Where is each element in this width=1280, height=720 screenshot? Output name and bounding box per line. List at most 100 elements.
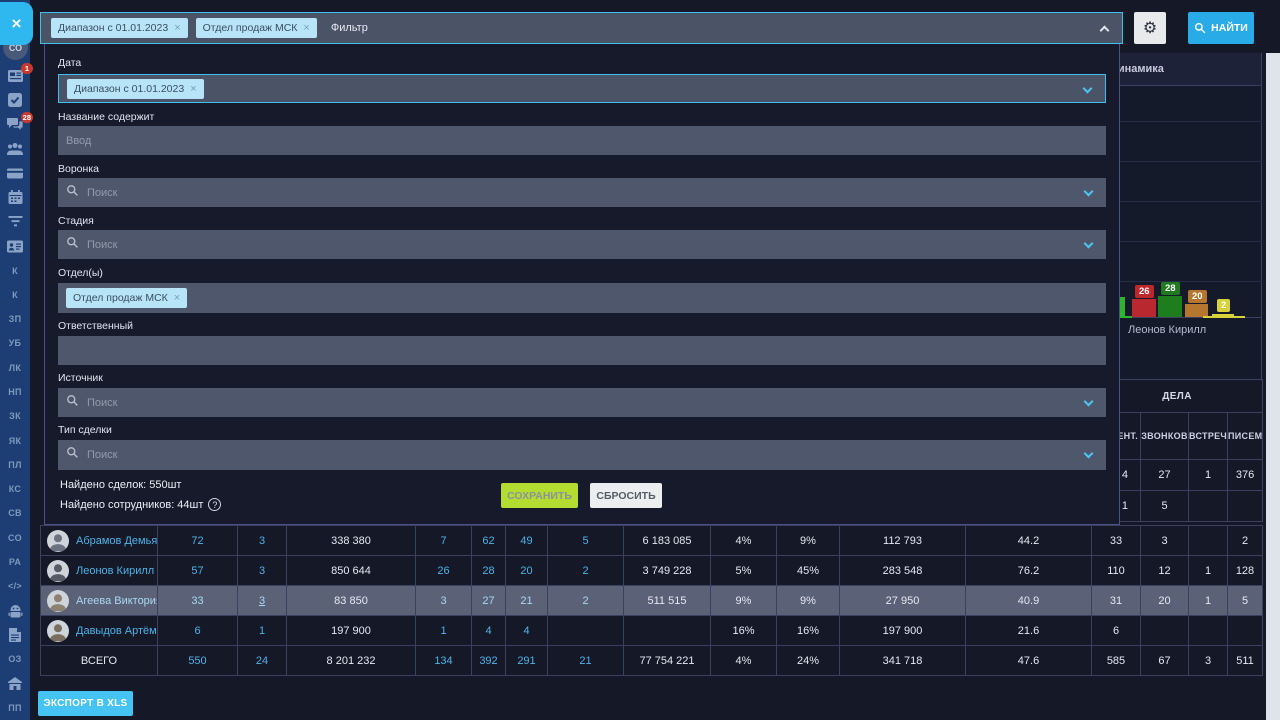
table-cell[interactable]: 27 <box>472 586 506 616</box>
sidebar-item-cards[interactable] <box>0 161 30 185</box>
table-cell[interactable]: 4 <box>472 616 506 646</box>
table-cell[interactable]: 3 <box>238 556 287 586</box>
sidebar-item[interactable]: ОЗ <box>0 647 30 671</box>
table-cell[interactable]: 1 <box>416 616 472 646</box>
table-cell[interactable]: 134 <box>416 646 472 676</box>
sidebar-item[interactable]: СО <box>0 526 30 550</box>
remove-tag-icon[interactable]: × <box>190 83 196 95</box>
table-row[interactable]: Леонов Кирилл 57 3 850 644 26 28 20 2 3 … <box>41 556 1263 586</box>
sidebar-item[interactable]: НП <box>0 380 30 404</box>
sidebar-item[interactable]: КС <box>0 477 30 501</box>
employee-name-link[interactable]: Агеева Виктория <box>76 595 158 607</box>
funnel-select[interactable]: Поиск <box>58 178 1106 207</box>
table-cell[interactable]: 28 <box>472 556 506 586</box>
remove-tag-icon[interactable]: × <box>174 22 180 34</box>
name-contains-input[interactable]: Ввод <box>58 126 1106 155</box>
sidebar-item[interactable]: УБ <box>0 331 30 355</box>
settings-button[interactable]: ⚙ <box>1134 12 1166 44</box>
sidebar-item[interactable]: ЗК <box>0 404 30 428</box>
sidebar-item-home[interactable] <box>0 671 30 695</box>
source-select[interactable]: Поиск <box>58 388 1106 417</box>
department-field[interactable]: Отдел продаж МСК× <box>58 283 1106 313</box>
table-cell[interactable]: 62 <box>472 526 506 556</box>
filter-tag[interactable]: Диапазон с 01.01.2023× <box>51 18 188 38</box>
export-xls-button[interactable]: ЭКСПОРТ В XLS <box>38 691 133 716</box>
close-icon[interactable]: × <box>0 2 33 45</box>
sidebar-item[interactable]: К <box>0 258 30 282</box>
table-cell[interactable]: 3 <box>238 586 287 616</box>
table-cell[interactable]: 2 <box>548 586 624 616</box>
sidebar-item-document[interactable] <box>0 623 30 647</box>
employee-name-link[interactable]: Абрамов Демьян <box>76 535 158 547</box>
table-cell[interactable]: 2 <box>548 556 624 586</box>
chevron-down-icon[interactable] <box>1084 397 1094 407</box>
chart-bar[interactable] <box>1132 299 1156 317</box>
sidebar-item-news[interactable]: 1 <box>0 64 30 88</box>
table-row-highlighted[interactable]: Агеева Виктория 33 3 83 850 3 27 21 2 51… <box>41 586 1263 616</box>
save-button[interactable]: СОХРАНИТЬ <box>501 483 578 508</box>
sidebar-item-calendar[interactable] <box>0 185 30 209</box>
help-icon[interactable]: ? <box>208 498 221 511</box>
sidebar-item-filter[interactable] <box>0 210 30 234</box>
reset-button[interactable]: СБРОСИТЬ <box>590 483 662 508</box>
department-tag[interactable]: Отдел продаж МСК× <box>66 288 187 308</box>
remove-tag-icon[interactable]: × <box>303 22 309 34</box>
responsible-input[interactable] <box>58 336 1106 365</box>
table-row[interactable]: Давыдов Артём 6 1 197 900 1 4 4 16% 16% … <box>41 616 1263 646</box>
find-button[interactable]: НАЙТИ <box>1188 12 1254 44</box>
chevron-down-icon[interactable] <box>1084 239 1094 249</box>
table-cell[interactable]: 3 <box>416 586 472 616</box>
column-header[interactable]: ПИСЕМ <box>1228 413 1263 460</box>
table-cell[interactable]: 33 <box>158 586 238 616</box>
sidebar-item-tasks[interactable] <box>0 88 30 112</box>
table-cell[interactable]: 4 <box>506 616 548 646</box>
filter-bar[interactable]: Диапазон с 01.01.2023× Отдел продаж МСК×… <box>40 12 1123 44</box>
chevron-down-icon[interactable] <box>1084 187 1094 197</box>
sidebar-item[interactable]: РА <box>0 550 30 574</box>
table-cell[interactable]: 6 <box>158 616 238 646</box>
table-cell[interactable]: 20 <box>506 556 548 586</box>
chevron-up-icon[interactable] <box>1100 26 1110 36</box>
column-header[interactable]: ВСТРЕЧ <box>1189 413 1228 460</box>
table-row[interactable]: Абрамов Демьян 72 3 338 380 7 62 49 5 6 … <box>41 526 1263 556</box>
date-field[interactable]: Диапазон с 01.01.2023× <box>58 74 1106 103</box>
table-cell[interactable]: 49 <box>506 526 548 556</box>
table-cell[interactable]: 21 <box>506 586 548 616</box>
table-cell[interactable]: 57 <box>158 556 238 586</box>
table-cell[interactable]: 24 <box>238 646 287 676</box>
sidebar-item-contacts[interactable] <box>0 137 30 161</box>
deal-type-select[interactable]: Поиск <box>58 440 1106 470</box>
employee-name-link[interactable]: Давыдов Артём <box>76 625 157 637</box>
remove-tag-icon[interactable]: × <box>174 292 180 304</box>
sidebar-item[interactable]: ПП <box>0 696 30 720</box>
sidebar-item[interactable]: ПЛ <box>0 453 30 477</box>
chevron-down-icon[interactable] <box>1084 449 1094 459</box>
sidebar-item[interactable]: К <box>0 283 30 307</box>
chevron-down-icon[interactable] <box>1083 84 1093 94</box>
sidebar-item[interactable]: ЛК <box>0 356 30 380</box>
table-cell[interactable]: 26 <box>416 556 472 586</box>
table-cell[interactable] <box>548 616 624 646</box>
filter-tag[interactable]: Отдел продаж МСК× <box>196 18 317 38</box>
sidebar-item[interactable]: ЯК <box>0 428 30 452</box>
stage-select[interactable]: Поиск <box>58 230 1106 259</box>
sidebar-item-chat[interactable]: 28 <box>0 113 30 137</box>
sidebar-item[interactable]: ЗП <box>0 307 30 331</box>
date-tag[interactable]: Диапазон с 01.01.2023× <box>67 79 204 99</box>
table-cell[interactable]: 7 <box>416 526 472 556</box>
table-cell[interactable]: 550 <box>158 646 238 676</box>
table-cell[interactable]: 5 <box>548 526 624 556</box>
employee-name-link[interactable]: Леонов Кирилл <box>76 565 154 577</box>
table-cell[interactable]: 72 <box>158 526 238 556</box>
sidebar-item-id-card[interactable] <box>0 234 30 258</box>
table-cell[interactable]: 21 <box>548 646 624 676</box>
column-header[interactable]: ЗВОНКОВ <box>1141 413 1189 460</box>
table-cell[interactable]: 392 <box>472 646 506 676</box>
chart-bar[interactable] <box>1158 296 1182 317</box>
table-cell[interactable]: 3 <box>238 526 287 556</box>
table-cell[interactable]: 291 <box>506 646 548 676</box>
sidebar-item[interactable]: СВ <box>0 501 30 525</box>
table-cell[interactable]: 1 <box>238 616 287 646</box>
sidebar-item-code[interactable]: </> <box>0 574 30 598</box>
sidebar-item-robot[interactable] <box>0 599 30 623</box>
